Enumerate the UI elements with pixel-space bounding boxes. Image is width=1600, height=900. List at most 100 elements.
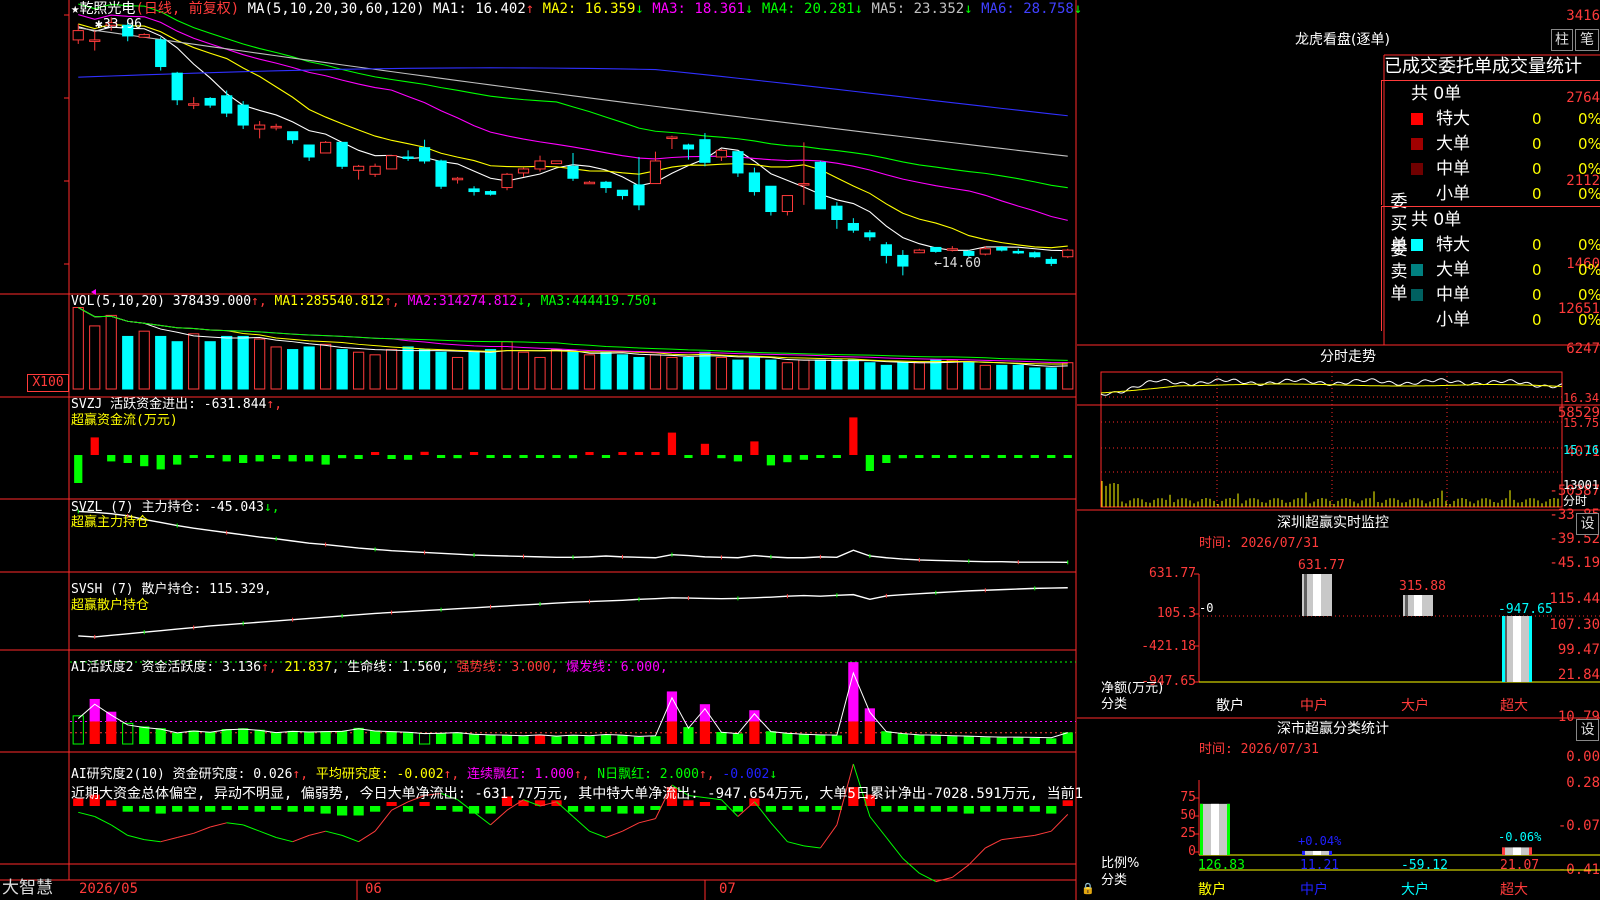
candle-7 bbox=[188, 97, 200, 110]
candle-body-6 bbox=[171, 72, 183, 101]
candle-45 bbox=[814, 160, 826, 210]
fenshi-vol-unit: 分时 bbox=[1563, 494, 1588, 508]
ai1-bar-green-44 bbox=[798, 734, 809, 744]
ai1-bar-green-40 bbox=[732, 733, 744, 744]
vol-bar-29 bbox=[550, 349, 563, 390]
ai1-bar-base-48 bbox=[864, 721, 875, 744]
ai2-bar-38 bbox=[699, 802, 711, 806]
sz-monitor-time: 时间: 2026/07/31 bbox=[1199, 536, 1319, 551]
ai1-bar-green-55 bbox=[980, 737, 991, 744]
sell-label-0: 特大 bbox=[1436, 235, 1470, 255]
ai1-bar-56 bbox=[996, 737, 1007, 744]
x-label-2: 07 bbox=[719, 881, 736, 897]
szc-bar-top-3: -0.06% bbox=[1498, 830, 1542, 845]
candle-13 bbox=[287, 131, 299, 144]
ai1-bar-green-35 bbox=[650, 736, 661, 744]
ai2-line-seg-59 bbox=[1034, 830, 1052, 836]
sz-classify-settings-button[interactable]: 设 bbox=[1576, 719, 1599, 741]
candle-body-18 bbox=[369, 165, 381, 175]
vol-arrow-1: ↑, bbox=[384, 294, 400, 309]
sell-total: 共 0单 bbox=[1411, 210, 1462, 230]
szc-bar-edge-r-3 bbox=[1529, 847, 1532, 855]
szm-bar-2 bbox=[1403, 595, 1433, 616]
candle-48 bbox=[864, 230, 876, 241]
svzj-bar-49 bbox=[882, 455, 891, 463]
ai1-bar-5 bbox=[155, 728, 166, 744]
candle-body-35 bbox=[649, 160, 662, 185]
ai1-bar-base-38 bbox=[699, 721, 711, 744]
fenshi-tick-1: 15.75 bbox=[1563, 416, 1600, 430]
ai2-bar-16 bbox=[337, 806, 348, 816]
ai2-line-seg-32 bbox=[589, 830, 607, 838]
ai1-bar-1 bbox=[89, 698, 100, 744]
vol-bar-23 bbox=[451, 356, 464, 390]
vol-bar-60 bbox=[1062, 362, 1074, 390]
candle-40 bbox=[732, 151, 744, 177]
candle-49 bbox=[880, 242, 892, 264]
buy-pct-0: 0% bbox=[1578, 110, 1600, 128]
sell-swatch-0 bbox=[1411, 239, 1423, 251]
svzj-bar-12 bbox=[272, 455, 281, 459]
szc-bar-shine-0 bbox=[1211, 803, 1219, 855]
ai2-bar-11 bbox=[254, 806, 265, 812]
ai1-bar-green-5 bbox=[155, 728, 166, 744]
main-chart-canvas[interactable] bbox=[0, 0, 1100, 900]
svzj-bar-2 bbox=[107, 455, 116, 462]
fenshi-tick-2: 15.16 bbox=[1563, 443, 1600, 457]
candle-44 bbox=[798, 142, 810, 205]
bar-mode-button[interactable]: 柱 bbox=[1551, 29, 1573, 51]
ai1-bar-base-36 bbox=[666, 721, 678, 744]
candle-body-5 bbox=[155, 39, 167, 68]
ai2-tick-2: -0.41 bbox=[1557, 862, 1600, 878]
ai2-bar-8 bbox=[205, 806, 216, 812]
svzj-bar-33 bbox=[618, 452, 627, 455]
tick-mode-button[interactable]: 笔 bbox=[1575, 29, 1599, 51]
candle-body-11 bbox=[254, 124, 266, 130]
candle-body-39 bbox=[715, 149, 728, 158]
vol-bar-20 bbox=[402, 346, 414, 390]
candle-body-9 bbox=[221, 95, 233, 114]
ai1-bar-35 bbox=[650, 736, 661, 744]
ai1-bar-29 bbox=[551, 736, 562, 744]
stock-name[interactable]: 乾照光电 bbox=[79, 1, 135, 17]
candle-17 bbox=[352, 164, 365, 180]
lock-icon[interactable]: 🔒 bbox=[1081, 881, 1095, 897]
vol-bar-35 bbox=[649, 354, 662, 390]
ai1-bar-green-11 bbox=[254, 729, 265, 744]
vol-bar-19 bbox=[385, 349, 398, 390]
ai1-bar-39 bbox=[716, 731, 727, 744]
y-tick-main-0: 3416 bbox=[1566, 8, 1600, 24]
ai1-bar-green-6 bbox=[172, 732, 183, 744]
candle-28 bbox=[534, 155, 546, 172]
ai1-bar-16 bbox=[337, 730, 348, 744]
candle-body-10 bbox=[237, 104, 249, 126]
sz-monitor-settings-button[interactable]: 设 bbox=[1576, 513, 1599, 535]
ai2-bar-56 bbox=[996, 806, 1007, 812]
candle-27 bbox=[517, 167, 530, 177]
ai1-bar-33 bbox=[617, 735, 628, 744]
vol-bar-40 bbox=[732, 359, 744, 390]
vol-bar-49 bbox=[880, 364, 892, 390]
candle-body-57 bbox=[1012, 250, 1024, 254]
ai2-bar-12 bbox=[271, 806, 282, 810]
ma-arrow-0: ↑ bbox=[525, 1, 535, 17]
ai1-tick-0: 21.84 bbox=[1557, 667, 1600, 683]
vol-bar-48 bbox=[864, 362, 876, 390]
ma-value-1: 16.359 bbox=[576, 1, 636, 17]
ai2-bar-34 bbox=[633, 806, 645, 814]
ai1-bar-hollow-3 bbox=[122, 722, 134, 745]
ai1-bar-green-30 bbox=[567, 735, 579, 744]
szm-bar-body-3 bbox=[1502, 616, 1532, 682]
ai2-bar-14 bbox=[304, 806, 315, 812]
ma-value-2: 18.361 bbox=[685, 1, 745, 17]
ai2-bar-10 bbox=[238, 806, 249, 810]
vol-unit-badge[interactable]: X100 bbox=[27, 374, 69, 392]
ai2-bar-42 bbox=[765, 806, 777, 812]
ai2-line-seg-3 bbox=[110, 824, 128, 836]
ai2-bar-53 bbox=[947, 806, 958, 812]
ai2-bar-21 bbox=[419, 802, 430, 806]
ai2-bar-39 bbox=[716, 806, 727, 810]
vol-value-0: 378439.000 bbox=[172, 294, 252, 309]
ai2-bar-40 bbox=[732, 806, 744, 812]
ai2-bar-19 bbox=[386, 802, 397, 806]
